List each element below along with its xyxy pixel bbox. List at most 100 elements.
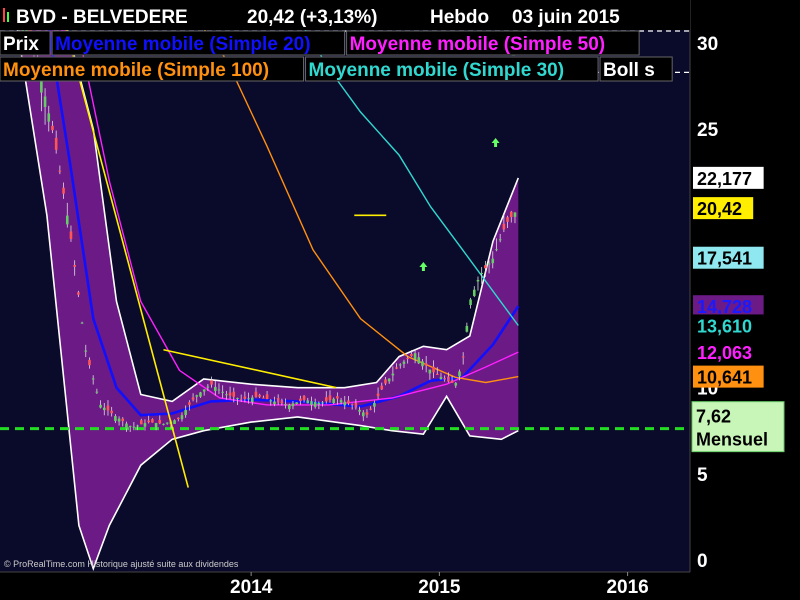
candle-body (336, 396, 339, 399)
candle-body (132, 426, 136, 428)
candle-body (287, 404, 291, 410)
candle-body (369, 408, 372, 410)
candle-body (506, 217, 509, 222)
candle-body (110, 410, 113, 414)
y-tick-label: 5 (697, 465, 708, 486)
candle-body (136, 425, 139, 427)
candle-body (265, 394, 269, 400)
candle-body (139, 420, 143, 425)
candle-body (221, 391, 224, 393)
y-tick-label: 30 (697, 34, 718, 55)
candle-body (91, 378, 95, 380)
candle-body (176, 417, 180, 420)
candle-body (373, 402, 376, 407)
candle-body (62, 187, 65, 194)
candle-body (232, 391, 236, 397)
candle-body (317, 402, 321, 405)
candle-body (225, 394, 228, 396)
candle-body (262, 397, 265, 399)
candle-body (469, 299, 472, 306)
candle-body (365, 412, 369, 415)
header-date: 03 juin 2015 (512, 7, 620, 28)
candle-body (354, 402, 358, 408)
candle-body (410, 354, 413, 357)
candle-body (513, 212, 517, 217)
candle-body (361, 412, 365, 417)
candle-body (117, 418, 121, 422)
candle-body (77, 292, 80, 295)
candle-body (472, 289, 476, 296)
candle-body (121, 418, 125, 422)
candle-body (184, 409, 187, 416)
candle-body (51, 125, 54, 131)
candle-body (291, 403, 295, 407)
support-value: 7,62 (696, 407, 731, 427)
x-tick-label: 2014 (230, 577, 273, 598)
candle-body (413, 353, 417, 360)
candle-body (380, 385, 384, 390)
candle-body (306, 400, 310, 404)
candle-body (69, 231, 73, 239)
candle-body (406, 357, 409, 359)
legend-item-1: Moyenne mobile (Simple 20) (55, 34, 311, 55)
candle-body (254, 391, 258, 397)
price-chart: 05102530 2014 2015 2016 22,17720,4217,5411… (0, 0, 800, 600)
candle-body (128, 426, 132, 428)
y-tick-label: 0 (697, 551, 708, 572)
candle-body (480, 272, 483, 274)
candle-body (147, 420, 150, 423)
candle-body (202, 389, 206, 392)
candle-body (487, 263, 491, 265)
candle-body (206, 386, 210, 388)
chart-window: 0 5 10 25 30 2014 2015 2016 22,177 20,42 17,541 1… (0, 0, 800, 600)
candle-body (321, 402, 324, 404)
candle-body (102, 407, 106, 411)
candle-body (284, 404, 287, 406)
legend-item-0: Moyenne mobile (Simple 100) (3, 60, 269, 81)
price-label: 22,177 (697, 169, 752, 189)
candle-body (295, 402, 298, 405)
candle-body (162, 423, 165, 425)
legend-item-1: Moyenne mobile (Simple 30) (309, 60, 565, 81)
candle-body (269, 400, 273, 402)
candle-body (73, 265, 76, 267)
candle-body (417, 357, 421, 364)
candle-body (502, 223, 506, 230)
candle-body (210, 380, 213, 385)
period-label: Hebdo (430, 7, 489, 28)
candle-body (213, 387, 217, 391)
candle-body (143, 423, 147, 427)
candle-body (332, 398, 335, 404)
candle-body (454, 382, 458, 386)
price-label: 17,541 (697, 249, 752, 269)
candle-body (158, 419, 162, 424)
candle-body (465, 325, 469, 332)
candle-body (180, 415, 184, 420)
candle-body (509, 211, 513, 218)
price-label: 10,641 (697, 368, 752, 388)
candle-body (328, 395, 332, 401)
x-tick-label: 2016 (606, 577, 648, 598)
candle-body (54, 137, 58, 150)
candle-body (114, 416, 117, 421)
candle-body (228, 392, 232, 396)
candle-body (58, 170, 62, 172)
candle-body (395, 367, 398, 369)
candle-body (154, 423, 158, 428)
candle-body (236, 398, 239, 400)
candle-body (165, 422, 169, 424)
support-period: Mensuel (696, 430, 768, 450)
candle-body (435, 373, 439, 375)
candle-body (402, 361, 406, 364)
candle-body (439, 377, 443, 380)
y-tick-label: 25 (697, 120, 719, 141)
candle-body (424, 363, 428, 366)
candle-body (495, 249, 498, 251)
copyright-note: © ProRealTime.com Historique ajusté suit… (4, 559, 239, 569)
candle-body (376, 393, 380, 397)
candle-body (43, 96, 47, 108)
candle-body (343, 401, 347, 406)
candle-body (387, 378, 391, 382)
candle-body (40, 79, 43, 93)
candle-body (347, 400, 350, 404)
